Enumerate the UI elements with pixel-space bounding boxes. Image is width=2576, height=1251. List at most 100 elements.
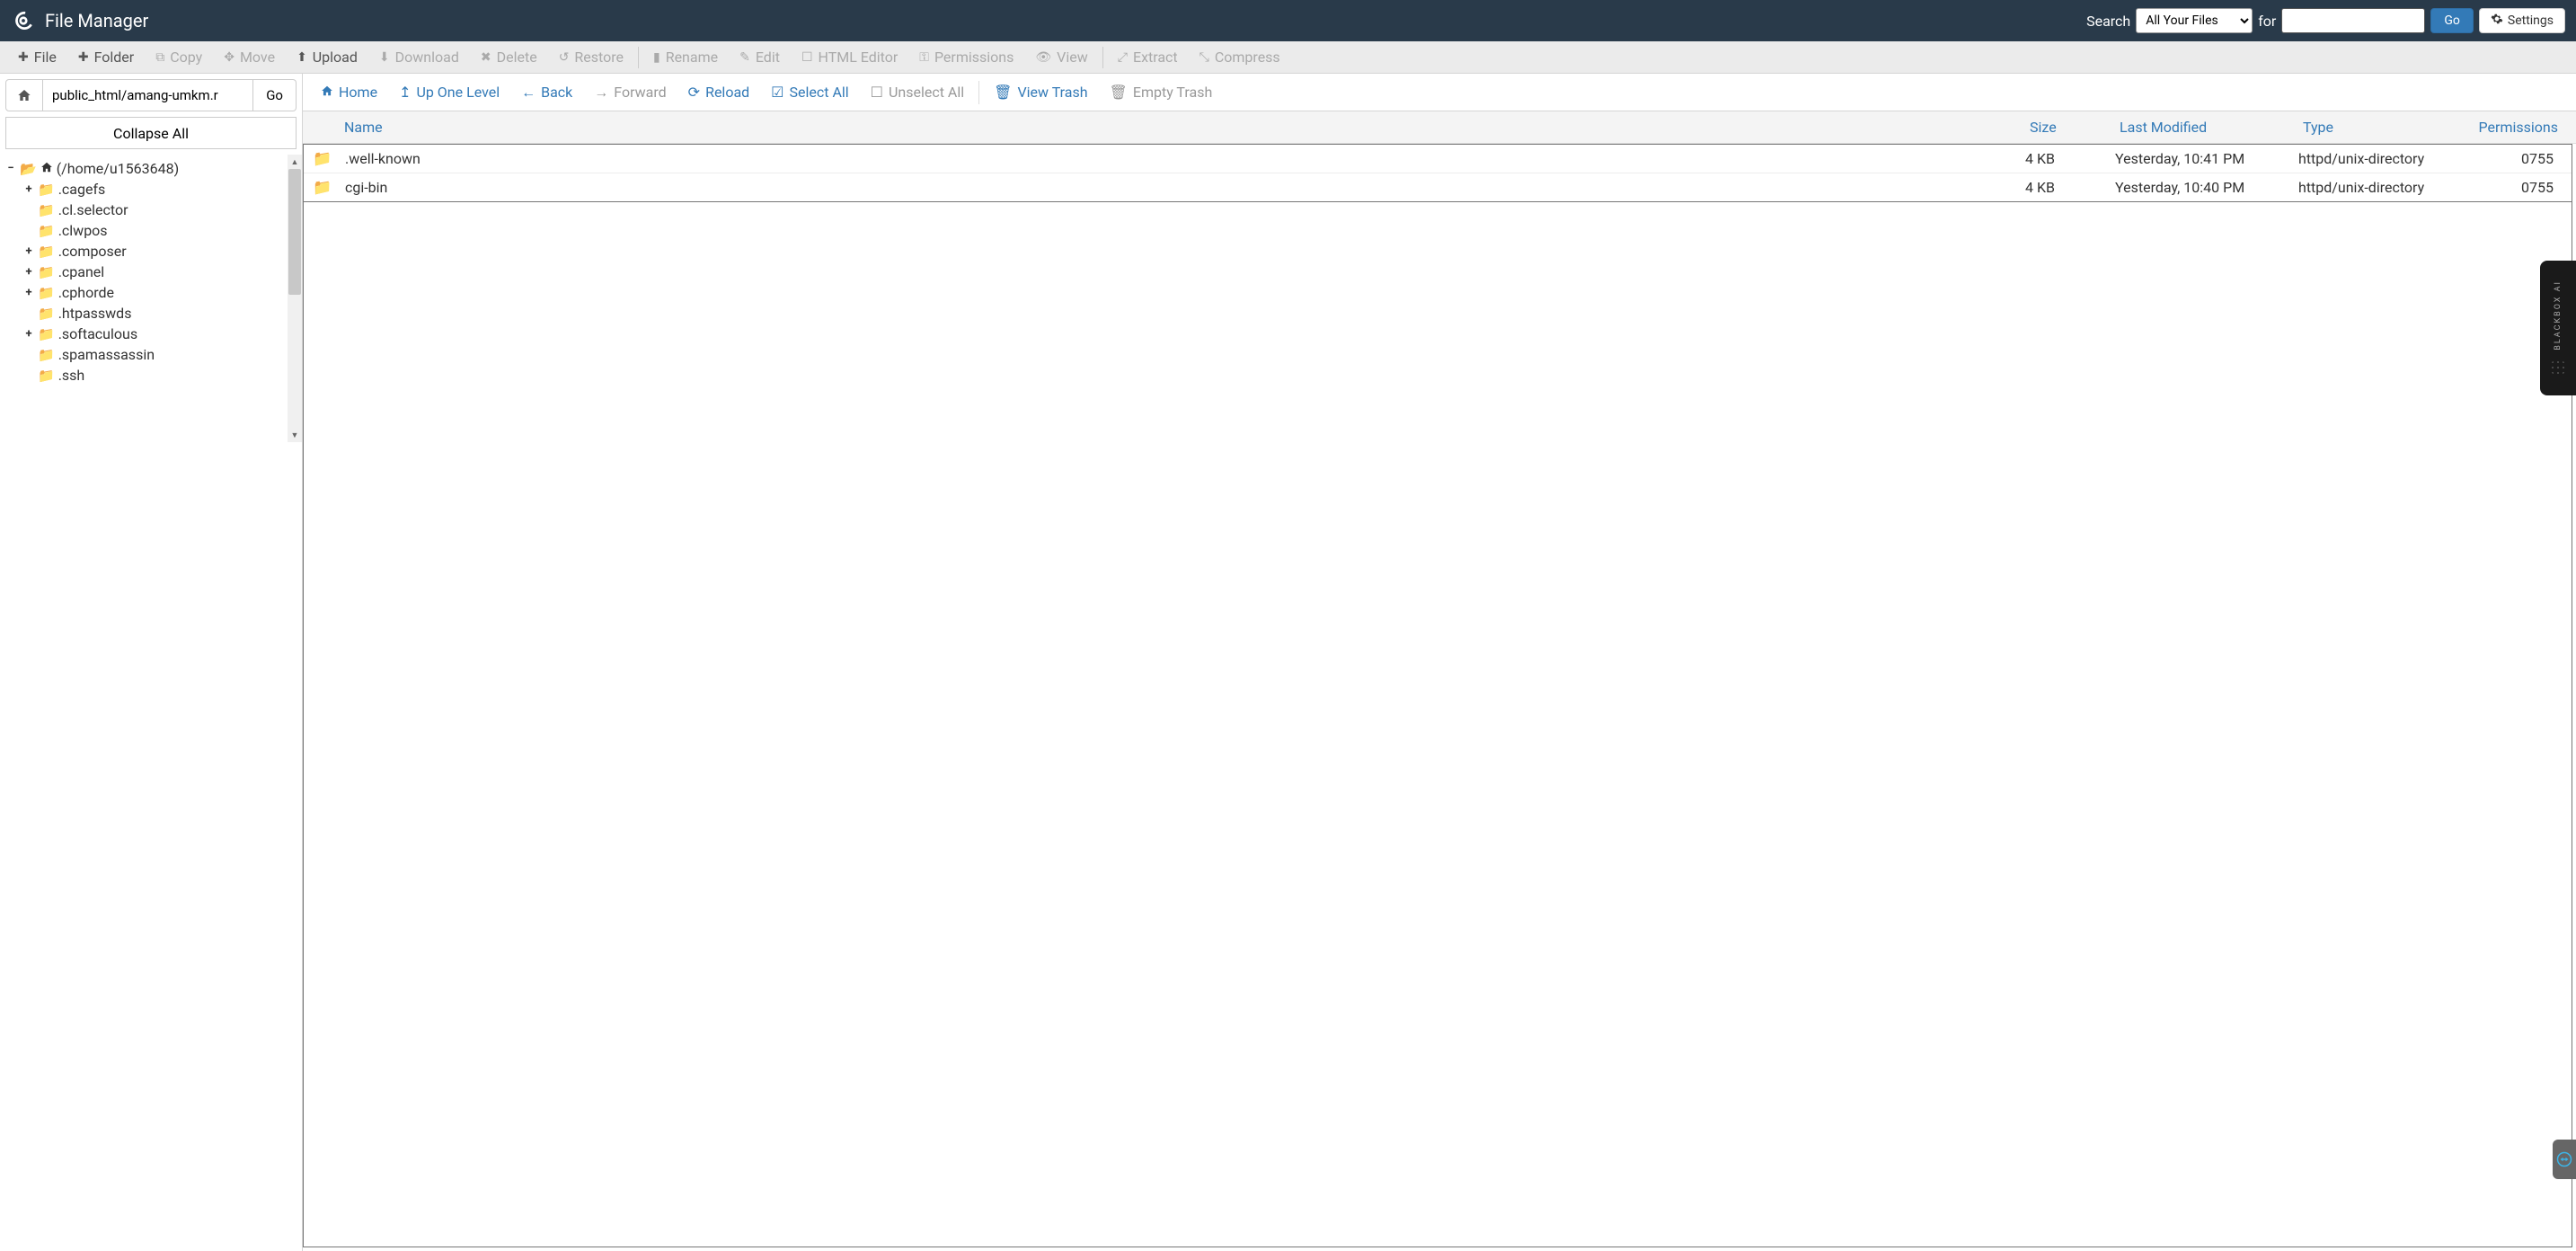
upload-button[interactable]: ⬆Upload <box>286 43 368 71</box>
tree-item-label: .ssh <box>58 367 85 384</box>
extract-button[interactable]: ⤢Extract <box>1107 43 1189 71</box>
tree-root[interactable]: − 📂 (/home/u1563648) <box>5 158 282 179</box>
col-type-header[interactable]: Type <box>2303 119 2468 136</box>
tree-item[interactable]: +📁.cphorde <box>5 282 282 303</box>
minus-icon[interactable]: − <box>5 162 16 175</box>
check-icon: ☑ <box>771 84 783 101</box>
compress-icon: ⤡ <box>1199 50 1209 65</box>
for-label: for <box>2258 13 2276 30</box>
folder-icon: 📁 <box>38 223 55 239</box>
home-icon <box>40 160 53 177</box>
teamviewer-tab[interactable] <box>2553 1140 2576 1179</box>
folder-button[interactable]: ✚Folder <box>67 43 145 71</box>
folder-icon: 📁 <box>38 202 55 218</box>
html-editor-button[interactable]: ☐HTML Editor <box>791 43 908 71</box>
settings-button[interactable]: Settings <box>2479 8 2565 33</box>
rename-button[interactable]: ▮Rename <box>642 43 729 71</box>
edit-button[interactable]: ✎Edit <box>729 43 791 71</box>
col-name-header[interactable]: Name <box>339 119 2030 136</box>
select-all-button[interactable]: ☑Select All <box>760 78 860 106</box>
scroll-thumb[interactable] <box>288 169 301 295</box>
restore-button[interactable]: ↺Restore <box>548 43 634 71</box>
separator <box>978 81 979 104</box>
tree-item[interactable]: 📁.htpasswds <box>5 303 282 324</box>
cell-type: httpd/unix-directory <box>2298 179 2464 196</box>
pencil-icon: ✎ <box>739 50 750 65</box>
upload-icon: ⬆ <box>297 50 307 65</box>
copy-button[interactable]: ⧉Copy <box>145 43 213 71</box>
tree-item-label: .spamassassin <box>58 346 155 363</box>
plus-icon[interactable]: + <box>23 182 34 196</box>
blackbox-ai-tab[interactable]: BLACKBOX AI <box>2540 261 2576 395</box>
download-button[interactable]: ⬇Download <box>368 43 470 71</box>
col-permissions-header[interactable]: Permissions <box>2468 119 2567 136</box>
forward-button[interactable]: →Forward <box>583 78 677 107</box>
plus-icon[interactable]: + <box>23 286 34 299</box>
table-header: Name Size Last Modified Type Permissions <box>303 111 2576 144</box>
view-button[interactable]: 👁View <box>1024 43 1098 71</box>
nav-home-button[interactable]: Home <box>310 78 388 106</box>
file-list[interactable]: 📁.well-known4 KBYesterday, 10:41 PMhttpd… <box>303 144 2572 1247</box>
rename-icon: ▮ <box>653 50 660 65</box>
blackbox-label: BLACKBOX AI <box>2554 280 2563 350</box>
key-icon: ⚿ <box>919 50 929 65</box>
dots-icon <box>2550 359 2566 376</box>
compress-button[interactable]: ⤡Compress <box>1189 43 1291 71</box>
app-header: File Manager Search All Your Files for G… <box>0 0 2576 41</box>
col-modified-header[interactable]: Last Modified <box>2120 119 2303 136</box>
tree-item[interactable]: +📁.composer <box>5 241 282 262</box>
plus-icon[interactable]: + <box>23 265 34 279</box>
unselect-all-button[interactable]: ☐Unselect All <box>860 78 975 106</box>
move-button[interactable]: ✥Move <box>213 43 286 71</box>
tree-item-label: .cagefs <box>58 181 106 198</box>
path-input[interactable] <box>43 79 253 111</box>
search-input[interactable] <box>2281 8 2425 33</box>
col-size-header[interactable]: Size <box>2030 119 2120 136</box>
back-button[interactable]: ←Back <box>510 78 583 107</box>
reload-button[interactable]: ⟳Reload <box>677 78 761 106</box>
tree-item[interactable]: 📁.ssh <box>5 365 282 386</box>
tree-wrapper: − 📂 (/home/u1563648) +📁.cagefs📁.cl.selec… <box>0 155 302 1251</box>
tree-item[interactable]: 📁.cl.selector <box>5 200 282 220</box>
folder-icon: 📁 <box>38 306 55 322</box>
path-go-button[interactable]: Go <box>253 79 297 111</box>
tree-item[interactable]: +📁.cpanel <box>5 262 282 282</box>
tree-item-label: .clwpos <box>58 222 108 239</box>
plus-icon[interactable]: + <box>23 327 34 341</box>
empty-trash-button[interactable]: 🗑Empty Trash <box>1099 78 1224 106</box>
view-trash-button[interactable]: 🗑View Trash <box>983 78 1098 106</box>
table-row[interactable]: 📁.well-known4 KBYesterday, 10:41 PMhttpd… <box>304 145 2572 173</box>
cpanel-logo-icon <box>11 8 36 33</box>
navigation-toolbar: Home ↥Up One Level ←Back →Forward ⟳Reloa… <box>303 74 2576 111</box>
tree-item[interactable]: +📁.softaculous <box>5 324 282 344</box>
delete-button[interactable]: ✖Delete <box>470 43 548 71</box>
scroll-down-icon[interactable]: ▼ <box>288 428 302 442</box>
plus-icon[interactable]: + <box>23 244 34 258</box>
home-icon-button[interactable] <box>5 79 43 111</box>
scroll-up-icon[interactable]: ▲ <box>288 155 302 169</box>
collapse-all-button[interactable]: Collapse All <box>5 117 297 149</box>
reload-icon: ⟳ <box>688 84 700 101</box>
up-one-button[interactable]: ↥Up One Level <box>388 78 510 106</box>
uncheck-icon: ☐ <box>871 84 883 101</box>
plus-icon: ✚ <box>78 50 89 65</box>
tree-item-label: .htpasswds <box>58 305 132 322</box>
tree-item[interactable]: + 📁.cagefs <box>5 179 282 200</box>
file-button[interactable]: ✚File <box>7 43 67 71</box>
folder-icon: 📁 <box>38 182 55 198</box>
search-go-button[interactable]: Go <box>2430 8 2474 33</box>
tree-item-label: .cpanel <box>58 263 105 280</box>
copy-icon: ⧉ <box>155 50 164 65</box>
table-row[interactable]: 📁cgi-bin4 KBYesterday, 10:40 PMhttpd/uni… <box>304 173 2572 202</box>
search-scope-select[interactable]: All Your Files <box>2136 8 2253 33</box>
delete-icon: ✖ <box>481 50 491 65</box>
up-arrow-icon: ↥ <box>399 84 411 101</box>
permissions-button[interactable]: ⚿Permissions <box>908 43 1024 71</box>
tree-item[interactable]: 📁.clwpos <box>5 220 282 241</box>
tree-scrollbar[interactable]: ▲ ▼ <box>288 155 302 442</box>
path-bar: Go <box>0 74 302 117</box>
restore-icon: ↺ <box>559 50 570 65</box>
trash-icon: 🗑 <box>994 84 1012 101</box>
tree-item[interactable]: 📁.spamassassin <box>5 344 282 365</box>
eye-icon: 👁 <box>1035 50 1051 65</box>
